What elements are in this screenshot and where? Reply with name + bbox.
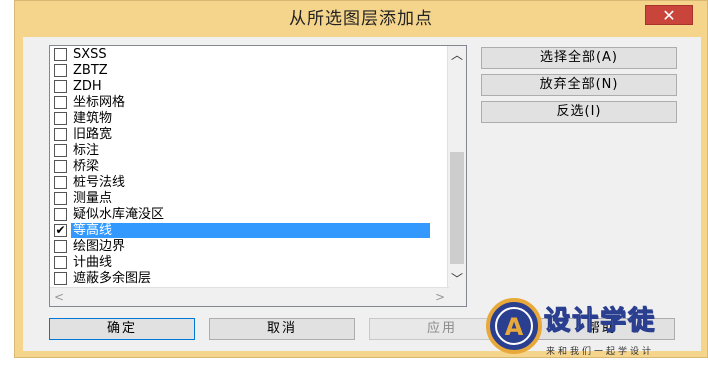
vertical-scrollbar[interactable]: ︿ ﹀ <box>447 46 466 288</box>
layer-label: 桥梁 <box>73 158 100 174</box>
layer-checkbox[interactable] <box>54 63 67 77</box>
layer-list-items: SXSS ZBTZ ZDH 坐标网格 建筑物 旧路宽 标注 桥梁 桩号法线 测量点 疑似水库淹没区 ✔… <box>50 46 430 286</box>
layer-checkbox[interactable] <box>54 175 67 189</box>
close-icon: ✕ <box>662 6 676 25</box>
layer-checkbox[interactable] <box>54 127 67 141</box>
layer-label: ZBTZ <box>73 62 108 78</box>
watermark-slogan: 来和我们一起学设计 <box>546 347 655 357</box>
scroll-down-icon[interactable]: ﹀ <box>448 270 466 288</box>
layer-list-item[interactable]: 旧路宽 <box>50 126 430 142</box>
layer-label: 建筑物 <box>73 110 113 126</box>
layer-label: 测量点 <box>73 190 113 206</box>
layer-checkbox[interactable] <box>54 143 67 157</box>
logo-letter: A <box>505 313 524 341</box>
layer-list-item[interactable]: 桩号法线 <box>50 174 430 190</box>
scrollbar-corner <box>448 288 466 306</box>
layer-list-item[interactable]: 绘图边界 <box>50 238 430 254</box>
layer-label: 遮蔽多余图层 <box>73 270 152 286</box>
layer-checkbox[interactable] <box>54 255 67 269</box>
layer-label: 标注 <box>73 142 100 158</box>
layer-checkbox[interactable] <box>54 271 67 285</box>
close-button[interactable]: ✕ <box>645 5 693 25</box>
layer-list-item[interactable]: 疑似水库淹没区 <box>50 206 430 222</box>
layer-label: ZDH <box>73 78 102 94</box>
layer-list-item[interactable]: ZDH <box>50 78 430 94</box>
layer-label: 桩号法线 <box>73 174 126 190</box>
window-title: 从所选图层添加点 <box>289 9 433 29</box>
layer-label: SXSS <box>73 46 107 62</box>
layer-label: 坐标网格 <box>73 94 126 110</box>
layer-checkbox[interactable] <box>54 111 67 125</box>
layer-list-item[interactable]: ZBTZ <box>50 62 430 78</box>
scroll-right-icon[interactable]: > <box>431 288 449 306</box>
layer-list-item[interactable]: 测量点 <box>50 190 430 206</box>
layer-list-item[interactable]: 坐标网格 <box>50 94 430 110</box>
select-all-button[interactable]: 选择全部(A) <box>481 47 677 69</box>
ok-button[interactable]: 确定 <box>49 318 195 340</box>
layer-checkbox[interactable] <box>54 191 67 205</box>
layer-label: 旧路宽 <box>73 126 113 142</box>
layer-label: 绘图边界 <box>73 238 126 254</box>
layer-list-item[interactable]: 遮蔽多余图层 <box>50 270 430 286</box>
layer-list-item[interactable]: 计曲线 <box>50 254 430 270</box>
watermark: A 设计学徒 来和我们一起学设计 <box>484 294 704 362</box>
layer-list-item[interactable]: 标注 <box>50 142 430 158</box>
scroll-up-icon[interactable]: ︿ <box>448 46 466 64</box>
layer-checkbox[interactable] <box>54 159 67 173</box>
brand-logo-icon: A <box>486 298 542 354</box>
layer-checkbox[interactable] <box>54 207 67 221</box>
horizontal-scrollbar[interactable]: < > <box>50 287 449 306</box>
layer-list-item[interactable]: 建筑物 <box>50 110 430 126</box>
layer-list-item[interactable]: ✔ 等高线 <box>50 222 430 238</box>
layer-checkbox[interactable] <box>54 95 67 109</box>
watermark-brand: 设计学徒 <box>543 306 657 337</box>
layer-checkbox[interactable] <box>54 47 67 61</box>
layer-label: 计曲线 <box>73 254 113 270</box>
layer-checkbox[interactable] <box>54 239 67 253</box>
layer-checkbox[interactable] <box>54 79 67 93</box>
scroll-left-icon[interactable]: < <box>50 288 68 306</box>
cancel-button[interactable]: 取消 <box>209 318 355 340</box>
layer-checkbox[interactable]: ✔ <box>54 223 67 237</box>
layer-list-item[interactable]: 桥梁 <box>50 158 430 174</box>
vertical-scroll-thumb[interactable] <box>450 152 464 264</box>
layer-label: 等高线 <box>71 222 430 238</box>
layer-list[interactable]: SXSS ZBTZ ZDH 坐标网格 建筑物 旧路宽 标注 桥梁 桩号法线 测量点 疑似水库淹没区 ✔… <box>49 45 467 307</box>
deselect-all-button[interactable]: 放弃全部(N) <box>481 74 677 96</box>
invert-selection-button[interactable]: 反选(I) <box>481 101 677 123</box>
layer-list-item[interactable]: SXSS <box>50 46 430 62</box>
layer-label: 疑似水库淹没区 <box>73 206 165 222</box>
